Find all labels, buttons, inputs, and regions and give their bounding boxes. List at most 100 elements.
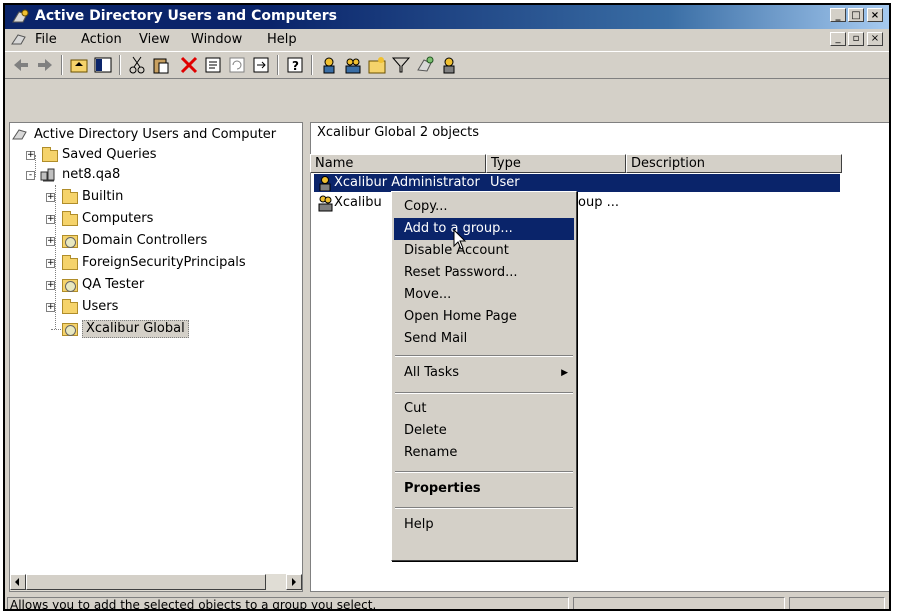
toolbar-separator (61, 55, 63, 75)
toolbar-separator (277, 55, 279, 75)
folder-icon (62, 189, 78, 204)
scroll-thumb[interactable] (26, 574, 266, 590)
tree-item-label: Builtin (82, 189, 124, 204)
menu-rename[interactable]: Rename (394, 442, 574, 464)
scroll-left-button[interactable] (10, 574, 26, 590)
tree-item-label: net8.qa8 (62, 167, 121, 182)
folder-icon (62, 255, 78, 270)
refresh-icon[interactable] (227, 55, 247, 75)
folder-icon (42, 147, 58, 162)
scroll-right-button[interactable] (286, 574, 302, 590)
help-icon[interactable]: ? (285, 55, 305, 75)
pane-header: Xcalibur Global 2 objects (317, 125, 480, 140)
menu-action[interactable]: Action (81, 32, 122, 47)
svg-text:?: ? (292, 59, 299, 73)
tree-item-label: ForeignSecurityPrincipals (82, 255, 246, 270)
menu-open-home-page[interactable]: Open Home Page (394, 306, 574, 328)
tree-connector (35, 155, 36, 177)
filter-icon[interactable] (391, 55, 411, 75)
context-menu: Copy... Add to a group... Disable Accoun… (391, 191, 577, 561)
row-type: oup ... (578, 195, 619, 210)
up-folder-icon[interactable] (69, 55, 89, 75)
folder-icon (62, 211, 78, 226)
tree-item-label: Saved Queries (62, 147, 157, 162)
properties-icon[interactable] (203, 55, 223, 75)
list-row-selected[interactable]: Xcalibur Administrator User (314, 174, 840, 192)
window-title: Active Directory Users and Computers (35, 8, 337, 24)
group-icon (318, 195, 333, 212)
mdi-close-button[interactable]: × (867, 32, 883, 46)
new-ou-icon[interactable] (367, 55, 387, 75)
forward-arrow-icon[interactable] (35, 55, 55, 75)
menu-cut[interactable]: Cut (394, 398, 574, 420)
column-header-type[interactable]: Type (486, 154, 626, 173)
expand-icon[interactable]: + (46, 281, 55, 290)
status-pane-2 (573, 597, 785, 609)
menu-add-to-group[interactable]: Add to a group... (394, 218, 574, 240)
tree-item-label: Users (82, 299, 119, 314)
menu-help[interactable]: Help (267, 32, 297, 47)
back-arrow-icon[interactable] (11, 55, 31, 75)
status-text: Allows you to add the selected objects t… (7, 597, 569, 609)
new-user-icon[interactable] (319, 55, 339, 75)
mdi-restore-button[interactable]: ▫ (848, 32, 864, 46)
menu-bar: File Action View Window Help _ ▫ × (5, 29, 889, 51)
cut-icon[interactable] (127, 55, 147, 75)
menu-disable-account[interactable]: Disable Account (394, 240, 574, 262)
maximize-button[interactable]: □ (848, 8, 864, 22)
expand-icon[interactable]: + (26, 151, 35, 160)
menu-move[interactable]: Move... (394, 284, 574, 306)
menu-separator (395, 392, 573, 394)
tree-horizontal-scrollbar[interactable] (10, 574, 302, 591)
organizational-unit-icon (62, 279, 78, 292)
expand-icon[interactable]: + (46, 237, 55, 246)
main-window: Active Directory Users and Computers _ □… (3, 3, 891, 611)
expand-icon[interactable]: + (46, 259, 55, 268)
close-button[interactable]: × (867, 8, 883, 22)
menu-delete[interactable]: Delete (394, 420, 574, 442)
tree-item-label: Computers (82, 211, 154, 226)
find-icon[interactable] (415, 55, 435, 75)
expand-icon[interactable]: + (46, 193, 55, 202)
menu-window[interactable]: Window (191, 32, 242, 47)
show-hide-tree-icon[interactable] (93, 55, 113, 75)
menu-all-tasks-label: All Tasks (404, 365, 460, 380)
expand-icon[interactable]: + (46, 303, 55, 312)
export-list-icon[interactable] (251, 55, 271, 75)
organizational-unit-icon (62, 323, 78, 336)
delete-icon[interactable] (179, 55, 199, 75)
toolbar-separator (311, 55, 313, 75)
menu-reset-password[interactable]: Reset Password... (394, 262, 574, 284)
tree-pane[interactable]: Active Directory Users and Computer + Sav… (9, 122, 303, 592)
row-name: Xcalibu (334, 195, 382, 210)
menu-view[interactable]: View (139, 32, 170, 47)
console-icon (12, 129, 27, 140)
mouse-cursor-icon (453, 229, 467, 250)
folder-icon (62, 299, 78, 314)
mdi-minimize-button[interactable]: _ (830, 32, 846, 46)
app-icon (12, 9, 29, 23)
menu-help-item[interactable]: Help (394, 514, 574, 536)
expand-icon[interactable]: + (46, 215, 55, 224)
menu-properties[interactable]: Properties (394, 478, 574, 500)
status-bar: Allows you to add the selected objects t… (5, 595, 889, 609)
new-group-icon[interactable] (343, 55, 363, 75)
menu-separator (395, 507, 573, 509)
column-header-description[interactable]: Description (626, 154, 842, 173)
toolbar-separator (119, 55, 121, 75)
menu-copy[interactable]: Copy... (394, 196, 574, 218)
submenu-arrow-icon: ▶ (561, 368, 568, 378)
paste-icon[interactable] (151, 55, 171, 75)
title-bar[interactable]: Active Directory Users and Computers _ □… (5, 5, 889, 29)
add-to-group-icon[interactable] (439, 55, 459, 75)
tree-item-label: Xcalibur Global (82, 320, 189, 338)
column-header-name[interactable]: Name (310, 154, 486, 173)
menu-all-tasks[interactable]: All Tasks ▶ (394, 362, 574, 384)
menu-file[interactable]: File (35, 32, 57, 47)
mmc-doc-icon[interactable] (11, 32, 29, 48)
menu-send-mail[interactable]: Send Mail (394, 328, 574, 350)
minimize-button[interactable]: _ (830, 8, 846, 22)
collapse-icon[interactable]: - (26, 171, 35, 180)
domain-icon (40, 168, 55, 182)
tree-connector (51, 329, 61, 330)
